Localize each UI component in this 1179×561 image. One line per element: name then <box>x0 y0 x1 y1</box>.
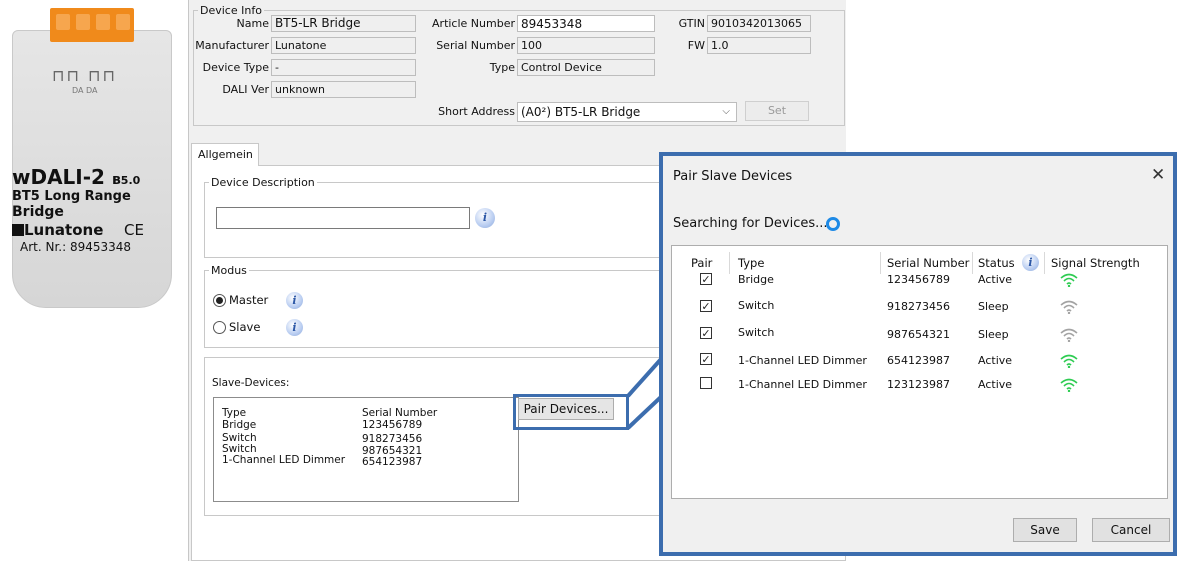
modus-legend: Modus <box>211 264 247 277</box>
article-number-label: Article Number <box>432 17 515 30</box>
loading-spinner-icon <box>826 217 840 231</box>
gtin-field: 9010342013065 <box>707 15 811 32</box>
row-type: 1-Channel LED Dimmer <box>738 354 867 367</box>
close-icon[interactable]: ✕ <box>1151 165 1165 185</box>
pair-slave-devices-dialog: Pair Slave Devices ✕ Searching for Devic… <box>659 152 1177 556</box>
device-type-label: Device Type <box>202 61 269 74</box>
header-pair[interactable]: Pair <box>691 256 712 270</box>
device-subtitle-1: BT5 Long Range <box>12 189 131 204</box>
row-serial: 987654321 <box>887 328 950 341</box>
name-field[interactable]: BT5-LR Bridge <box>271 15 416 32</box>
wifi-signal-icon <box>1060 300 1078 314</box>
pair-checkbox[interactable] <box>700 377 712 389</box>
type-label: Type <box>489 61 515 74</box>
device-subtitle-2: Bridge <box>12 204 64 220</box>
devices-table: Pair Type Serial Number Status i Signal … <box>671 245 1168 499</box>
list-item-serial: 654123987 <box>362 456 423 468</box>
gtin-label: GTIN <box>678 17 705 30</box>
lunatone-logo: Lunatone <box>12 221 103 239</box>
row-serial: 654123987 <box>887 354 950 367</box>
bluetooth-icon: ʙ <box>111 172 121 188</box>
device-article-number: Art. Nr.: 89453348 <box>20 240 132 254</box>
set-button[interactable]: Set <box>745 101 809 121</box>
list-item-serial: 918273456 <box>362 433 423 445</box>
row-type: Switch <box>738 299 775 312</box>
device-description-input[interactable] <box>216 207 470 229</box>
short-address-label: Short Address <box>438 105 515 118</box>
row-status: Active <box>978 378 1013 391</box>
row-serial: 918273456 <box>887 300 950 313</box>
row-status: Sleep <box>978 300 1009 313</box>
info-icon[interactable]: i <box>475 208 495 228</box>
searching-status: Searching for Devices... <box>673 216 828 231</box>
device-type-field: - <box>271 59 416 76</box>
info-icon[interactable]: i <box>1022 254 1039 271</box>
master-radio[interactable] <box>213 294 226 307</box>
row-type: 1-Channel LED Dimmer <box>738 378 867 391</box>
device-image: ⊓⊓ ⊓⊓ DA DA wDALI-2 ʙ5.0 BT5 Long Range … <box>12 8 172 308</box>
dialog-title: Pair Slave Devices <box>673 169 793 184</box>
header-signal-strength[interactable]: Signal Strength <box>1051 256 1140 270</box>
pair-checkbox[interactable]: ✓ <box>700 300 712 312</box>
info-icon[interactable]: i <box>286 319 303 336</box>
device-description-legend: Device Description <box>211 176 315 189</box>
row-type: Bridge <box>738 273 774 286</box>
serial-number-label: Serial Number <box>436 39 515 52</box>
device-info-legend: Device Info <box>200 4 262 17</box>
row-status: Active <box>978 273 1013 286</box>
ce-mark: CE <box>124 221 144 239</box>
row-status: Sleep <box>978 328 1009 341</box>
pin-labels: DA DA <box>72 86 98 95</box>
connector-pins-icon: ⊓⊓ ⊓⊓ <box>52 66 118 85</box>
save-button[interactable]: Save <box>1013 518 1077 542</box>
manufacturer-field: Lunatone <box>271 37 416 54</box>
cancel-button[interactable]: Cancel <box>1092 518 1170 542</box>
chevron-down-icon: ⌵ <box>722 106 730 117</box>
article-number-field: 89453348 <box>517 15 655 32</box>
info-icon[interactable]: i <box>286 292 303 309</box>
slave-label: Slave <box>229 320 261 334</box>
pair-checkbox[interactable]: ✓ <box>700 273 712 285</box>
row-status: Active <box>978 354 1013 367</box>
wifi-signal-icon <box>1060 354 1078 368</box>
manufacturer-label: Manufacturer <box>195 39 269 52</box>
list-header-type: Type <box>222 407 247 419</box>
pair-checkbox[interactable]: ✓ <box>700 353 712 365</box>
list-item-serial: 123456789 <box>362 419 423 431</box>
row-serial: 123456789 <box>887 273 950 286</box>
header-status[interactable]: Status <box>978 256 1015 270</box>
fw-field: 1.0 <box>707 37 811 54</box>
serial-number-field: 100 <box>517 37 655 54</box>
slave-devices-list[interactable]: Type Serial Number Bridge 123456789 Swit… <box>213 397 519 502</box>
pair-devices-highlight <box>513 394 629 430</box>
list-item: 1-Channel LED Dimmer <box>222 454 346 466</box>
list-item: Bridge <box>222 419 257 431</box>
device-brand: wDALI-2 ʙ5.0 <box>12 165 141 189</box>
slave-radio[interactable] <box>213 321 226 334</box>
header-type[interactable]: Type <box>738 256 764 270</box>
fw-label: FW <box>687 39 705 52</box>
dali-ver-field: unknown <box>271 81 416 98</box>
type-field: Control Device <box>517 59 655 76</box>
short-address-select[interactable]: (A0²) BT5-LR Bridge ⌵ <box>517 102 737 122</box>
master-label: Master <box>229 293 269 307</box>
terminal-block <box>50 8 134 42</box>
pair-checkbox[interactable]: ✓ <box>700 327 712 339</box>
wifi-signal-icon <box>1060 328 1078 342</box>
row-serial: 123123987 <box>887 378 950 391</box>
slave-devices-label: Slave-Devices: <box>212 377 290 389</box>
wifi-signal-icon <box>1060 273 1078 287</box>
row-type: Switch <box>738 326 775 339</box>
header-serial[interactable]: Serial Number <box>887 256 969 270</box>
tab-allgemein[interactable]: Allgemein <box>191 143 259 166</box>
short-address-value: (A0²) BT5-LR Bridge <box>521 105 641 119</box>
dali-ver-label: DALI Ver <box>222 83 269 96</box>
list-header-serial: Serial Number <box>362 407 438 419</box>
wifi-signal-icon <box>1060 378 1078 392</box>
name-label: Name <box>236 17 269 30</box>
